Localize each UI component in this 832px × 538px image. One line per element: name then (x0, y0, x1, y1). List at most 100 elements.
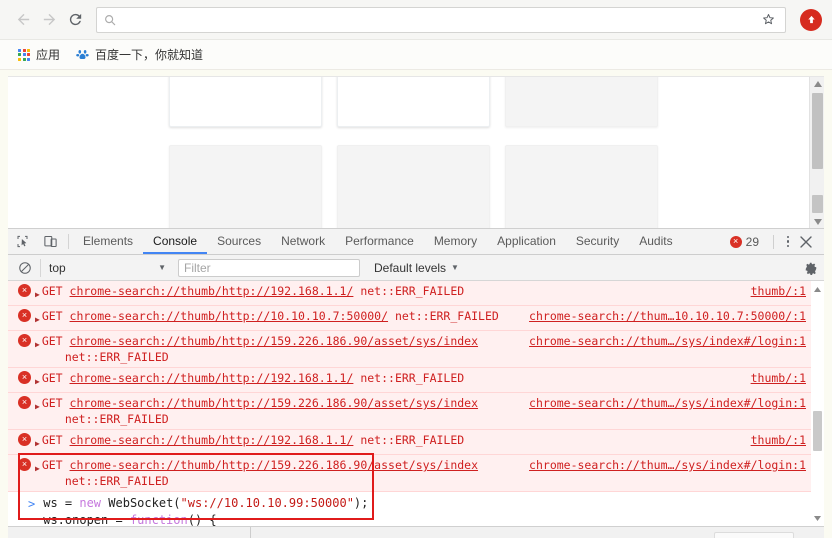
code-text: WebSocket( (101, 496, 181, 510)
error-count-badge[interactable]: × 29 (729, 235, 767, 249)
expand-triangle-icon[interactable]: ▶ (35, 337, 40, 353)
devtools-settings-button[interactable] (798, 261, 824, 275)
tab-audits[interactable]: Audits (629, 229, 682, 254)
expand-triangle-icon[interactable]: ▶ (35, 436, 40, 452)
console-source-link[interactable]: chrome-search://thum…/sys/index#/login:1 (529, 333, 824, 349)
console-input-code[interactable]: ws = new WebSocket("ws://10.10.10.99:500… (37, 495, 368, 526)
toggle-device-toolbar-button[interactable] (36, 229, 64, 254)
chevron-up-icon (813, 81, 822, 87)
chevron-down-icon: ▼ (158, 263, 166, 272)
expand-triangle-icon[interactable]: ▶ (35, 374, 40, 390)
chevron-up-icon (814, 286, 821, 292)
expand-triangle-icon[interactable]: ▶ (35, 312, 40, 328)
reload-button[interactable] (62, 7, 88, 33)
code-keyword: new (79, 496, 102, 510)
browser-toolbar (0, 0, 832, 40)
error-code: net::ERR_FAILED (64, 474, 169, 488)
code-keyword: function (129, 512, 188, 527)
console-scroll-down-button[interactable] (811, 512, 824, 524)
tile-thumbnail[interactable] (505, 77, 658, 127)
log-levels-select[interactable]: Default levels ▼ (374, 261, 459, 275)
error-icon: × (18, 309, 31, 322)
update-button[interactable] (800, 8, 822, 31)
console-scrollbar[interactable] (811, 281, 824, 526)
bookmark-baidu[interactable]: 百度一下，你就知道 (76, 46, 203, 63)
request-url-link[interactable]: chrome-search://thumb/http://192.168.1.1… (70, 433, 354, 447)
tab-sources[interactable]: Sources (207, 229, 271, 254)
devtools-tabbar-right: × 29 (729, 229, 824, 254)
tab-security[interactable]: Security (566, 229, 629, 254)
inspect-element-button[interactable] (8, 229, 36, 254)
chevron-down-icon (813, 219, 822, 225)
console-error-message: GET chrome-search://thumb/http://159.226… (42, 395, 529, 427)
devtools-more-button[interactable] (780, 235, 796, 248)
clear-console-icon (19, 261, 31, 274)
console-error-row[interactable]: × ▶ GET chrome-search://thumb/http://192.1… (8, 281, 824, 306)
request-url-link[interactable]: chrome-search://thumb/http://192.168.1.1… (70, 284, 354, 298)
bookmark-apps[interactable]: 应用 (18, 46, 60, 63)
clear-console-button[interactable] (12, 261, 38, 275)
address-bar[interactable] (96, 6, 786, 33)
error-code: net::ERR_FAILED (388, 309, 499, 323)
back-button[interactable] (10, 7, 36, 33)
error-icon: × (18, 396, 31, 409)
chevron-down-icon: ▼ (451, 263, 459, 272)
scroll-up-button[interactable] (810, 77, 824, 91)
tab-elements[interactable]: Elements (73, 229, 143, 254)
console-filter-input[interactable] (178, 258, 360, 277)
browser-window: 应用 百度一下，你就知道 Elements Console Sources Ne… (0, 0, 832, 538)
tile-thumbnail[interactable] (337, 77, 490, 127)
console-error-row[interactable]: × ▶ GET chrome-search://thumb/http://159.2… (8, 455, 824, 492)
tile-thumbnail[interactable] (505, 145, 658, 228)
console-error-row[interactable]: × ▶ GET chrome-search://thumb/http://192.1… (8, 430, 824, 455)
execution-context-select[interactable]: top ▼ (40, 258, 170, 277)
console-error-row[interactable]: × ▶ GET chrome-search://thumb/http://159.2… (8, 331, 824, 368)
tab-console[interactable]: Console (143, 229, 208, 254)
bookmark-star-button[interactable] (757, 9, 779, 31)
request-url-link[interactable]: chrome-search://thumb/http://159.226.186… (70, 334, 479, 348)
console-log-list[interactable]: × ▶ GET chrome-search://thumb/http://192.1… (8, 281, 824, 526)
bottom-ghost-button[interactable] (714, 532, 794, 538)
request-method: GET (41, 396, 70, 410)
expand-triangle-icon[interactable]: ▶ (35, 287, 40, 303)
tab-performance[interactable]: Performance (335, 229, 424, 254)
tab-performance-label: Performance (345, 233, 414, 248)
forward-button[interactable] (36, 7, 62, 33)
devtools-close-button[interactable] (796, 235, 816, 248)
divider (773, 234, 774, 249)
tile-thumbnail[interactable] (337, 145, 490, 228)
console-source-link[interactable]: chrome-search://thum…/sys/index#/login:1 (529, 457, 824, 473)
console-error-row[interactable]: × ▶ GET chrome-search://thumb/http://192.1… (8, 368, 824, 393)
devtools-bottom-bar (8, 526, 824, 538)
tile-thumbnail[interactable] (169, 77, 322, 127)
scroll-down-button[interactable] (810, 215, 824, 228)
console-scrollbar-thumb[interactable] (813, 411, 822, 451)
request-url-link[interactable]: chrome-search://thumb/http://159.226.186… (70, 458, 479, 472)
console-source-link[interactable]: chrome-search://thum…/sys/index#/login:1 (529, 395, 824, 411)
tab-application-label: Application (497, 233, 556, 248)
error-code: net::ERR_FAILED (353, 284, 465, 298)
page-scrollbar-thumb[interactable] (812, 93, 823, 169)
request-url-link[interactable]: chrome-search://thumb/http://192.168.1.1… (70, 371, 354, 385)
console-input-row[interactable]: > ws = new WebSocket("ws://10.10.10.99:50… (8, 492, 824, 526)
expand-triangle-icon[interactable]: ▶ (35, 399, 40, 415)
baidu-icon (76, 49, 89, 60)
address-bar-input[interactable] (117, 8, 757, 31)
reload-icon (69, 13, 81, 26)
tile-row (8, 77, 824, 127)
tile-thumbnail[interactable] (169, 145, 322, 228)
page-scrollbar-thumb-lower[interactable] (812, 195, 823, 213)
console-error-row[interactable]: × ▶ GET chrome-search://thumb/http://159.2… (8, 393, 824, 430)
console-error-row[interactable]: × ▶ GET chrome-search://thumb/http://10.10… (8, 306, 824, 331)
tab-memory[interactable]: Memory (424, 229, 487, 254)
forward-arrow-icon (43, 13, 55, 26)
console-error-message: GET chrome-search://thumb/http://159.226… (42, 333, 529, 365)
console-source-link[interactable]: chrome-search://thum…10.10.10.7:50000/:1 (529, 308, 824, 324)
tab-application[interactable]: Application (487, 229, 566, 254)
request-url-link[interactable]: chrome-search://thumb/http://159.226.186… (70, 396, 479, 410)
expand-triangle-icon[interactable]: ▶ (35, 461, 40, 477)
request-url-link[interactable]: chrome-search://thumb/http://10.10.10.7:… (70, 309, 389, 323)
page-scrollbar[interactable] (809, 77, 824, 228)
console-scroll-up-button[interactable] (811, 283, 824, 295)
tab-network[interactable]: Network (271, 229, 335, 254)
